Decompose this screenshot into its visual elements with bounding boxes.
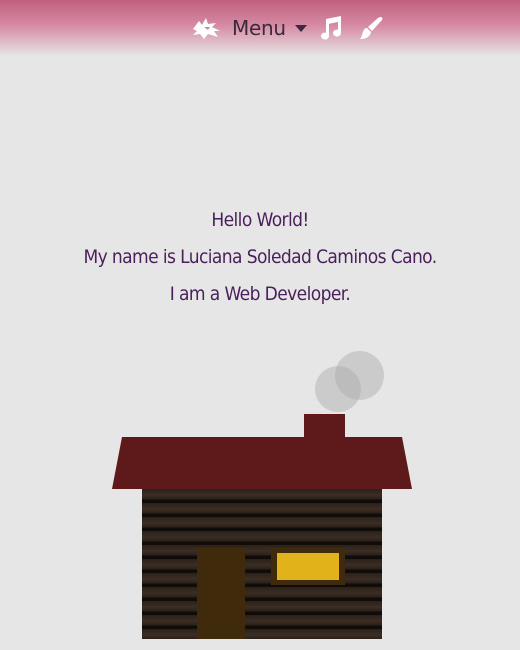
caret-down-icon [294,23,308,33]
menu-dropdown[interactable]: Menu [222,14,318,42]
smoke-puff [335,351,384,400]
intro-text: Hello World! My name is Luciana Soledad … [0,204,520,315]
cabin-window-frame [271,548,345,585]
chimney [304,414,345,440]
smoke-puff [315,366,361,412]
top-navbar: Menu [0,0,520,56]
cabin-walls [142,489,382,639]
cabin-door [197,548,245,639]
cabin-roof [112,437,412,489]
dragon-logo-icon[interactable] [190,15,222,41]
name-line: My name is Luciana Soledad Caminos Cano. [83,246,437,268]
menu-label: Menu [232,16,286,40]
nav-menu: Menu [190,14,384,42]
greeting-line: Hello World! [211,209,309,231]
music-note-icon[interactable] [318,15,344,41]
cabin-window [277,553,339,580]
paint-brush-icon[interactable] [358,15,384,41]
cabin-illustration [0,0,520,650]
role-line: I am a Web Developer. [169,283,351,305]
